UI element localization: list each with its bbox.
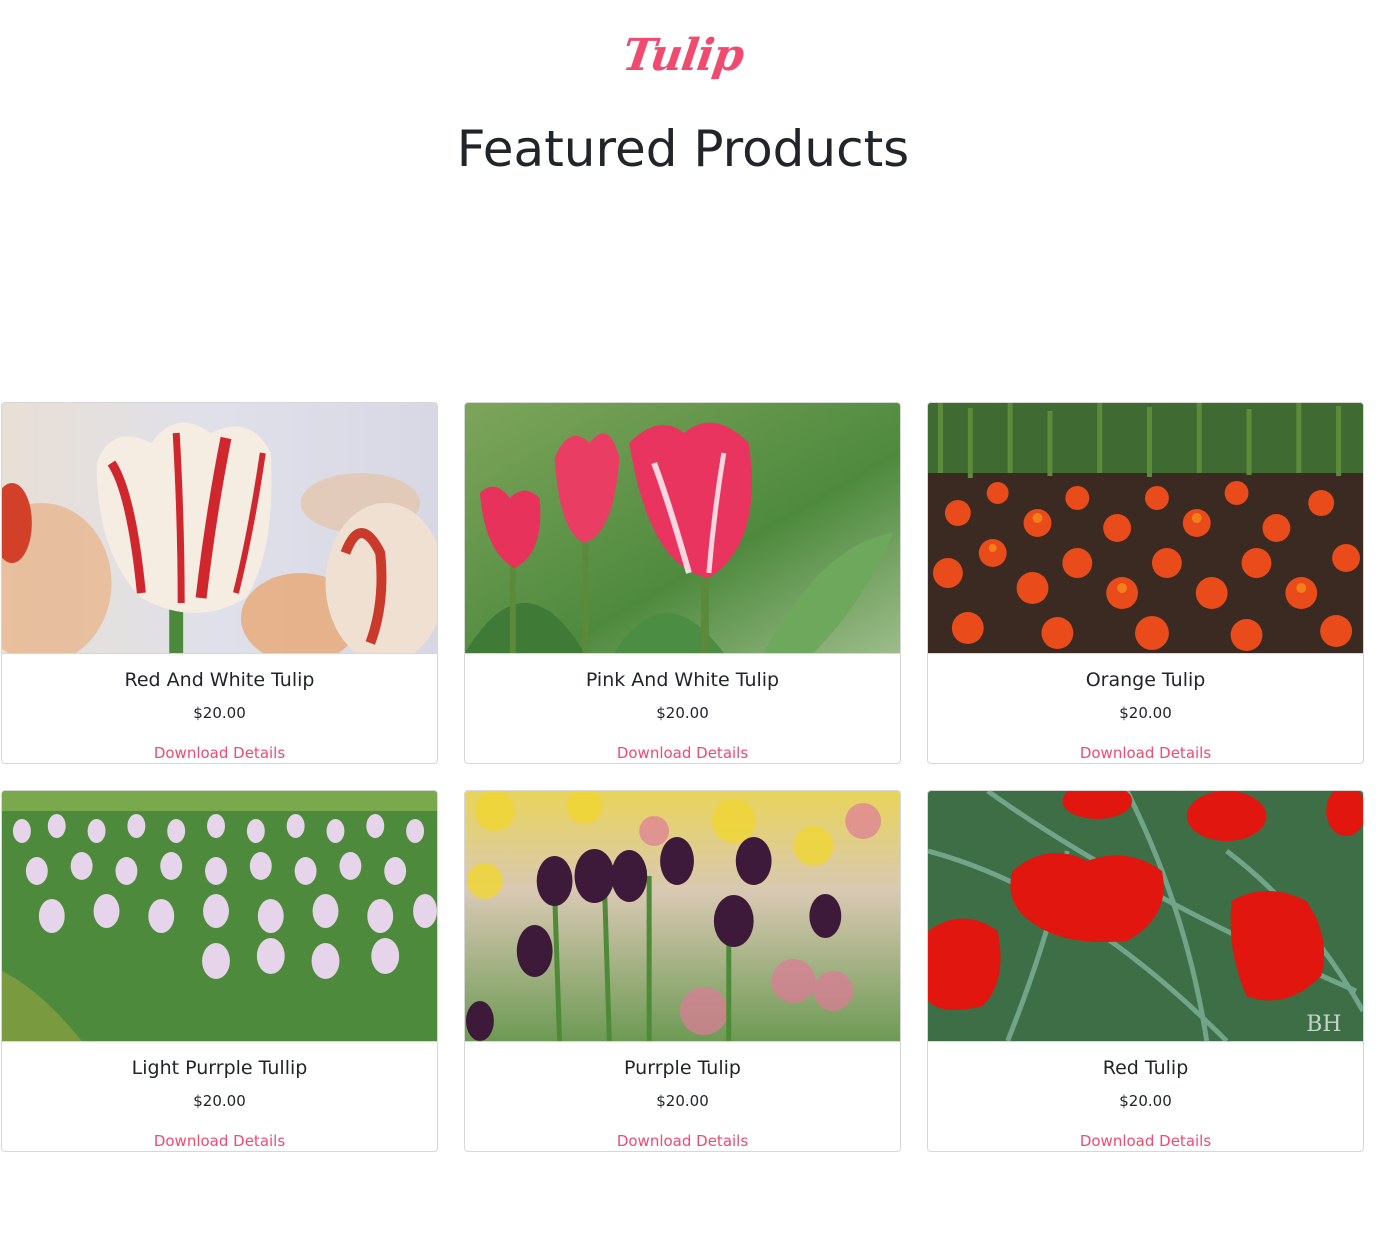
product-card: Orange Tulip $20.00 Download Details xyxy=(927,402,1364,764)
download-details-link[interactable]: Download Details xyxy=(2,1132,437,1150)
download-details-link[interactable]: Download Details xyxy=(928,1132,1363,1150)
product-price: $20.00 xyxy=(656,704,709,722)
product-image xyxy=(465,791,900,1042)
product-price: $20.00 xyxy=(193,1092,246,1110)
product-card: Purrple Tulip $20.00 Download Details xyxy=(464,790,901,1152)
product-price: $20.00 xyxy=(1119,704,1172,722)
svg-text:BH: BH xyxy=(1306,1012,1341,1037)
product-image xyxy=(2,791,437,1042)
brand-logo[interactable]: Tulip xyxy=(0,30,1370,81)
product-name: Red And White Tulip xyxy=(124,669,315,691)
product-price: $20.00 xyxy=(193,704,246,722)
product-price: $20.00 xyxy=(656,1092,709,1110)
page-title: Featured Products xyxy=(456,120,910,178)
download-details-link[interactable]: Download Details xyxy=(928,744,1363,762)
product-card: BH Red Tulip $20.00 Download Details xyxy=(927,790,1364,1152)
product-name: Light Purrple Tullip xyxy=(131,1057,308,1079)
product-image xyxy=(928,403,1363,654)
download-details-link[interactable]: Download Details xyxy=(465,744,900,762)
product-image xyxy=(2,403,437,654)
product-name: Pink And White Tulip xyxy=(585,669,780,691)
product-card: Red And White Tulip $20.00 Download Deta… xyxy=(1,402,438,764)
product-name: Purrple Tulip xyxy=(624,1057,741,1079)
download-details-link[interactable]: Download Details xyxy=(2,744,437,762)
product-price: $20.00 xyxy=(1119,1092,1172,1110)
download-details-link[interactable]: Download Details xyxy=(465,1132,900,1150)
product-card: Light Purrple Tullip $20.00 Download Det… xyxy=(1,790,438,1152)
product-image xyxy=(465,403,900,654)
product-image: BH xyxy=(928,791,1363,1042)
product-name: Red Tulip xyxy=(1102,1057,1189,1079)
product-name: Orange Tulip xyxy=(1085,669,1206,691)
product-card: Pink And White Tulip $20.00 Download Det… xyxy=(464,402,901,764)
